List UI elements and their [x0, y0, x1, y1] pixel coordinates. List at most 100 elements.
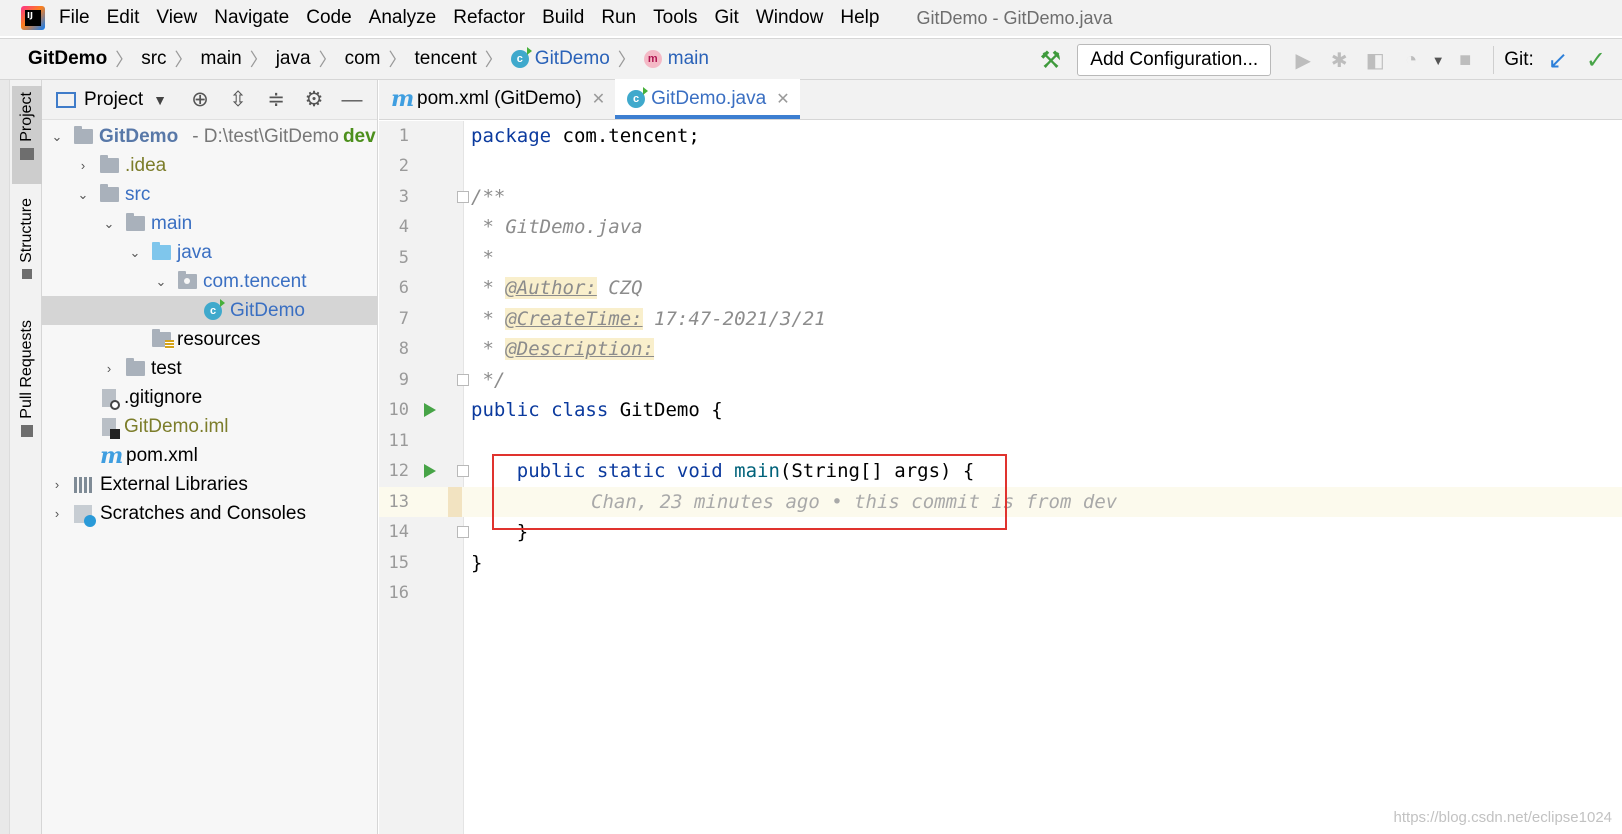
tree-row-scratches[interactable]: › Scratches and Consoles	[42, 499, 377, 528]
toolbar-divider	[1493, 46, 1495, 74]
gear-icon[interactable]: ⚙	[302, 87, 326, 112]
add-configuration-button[interactable]: Add Configuration...	[1077, 44, 1272, 76]
libraries-icon	[74, 476, 92, 493]
pull-requests-tool-tab[interactable]: Pull Requests	[12, 320, 42, 446]
tree-row-src[interactable]: ⌄ src	[42, 180, 377, 209]
tree-row-main[interactable]: ⌄ main	[42, 209, 377, 238]
run-icon[interactable]: ▶	[1292, 49, 1314, 72]
tree-row-java[interactable]: ⌄ java	[42, 238, 377, 267]
folder-icon	[20, 147, 34, 160]
project-panel-header: Project ▼ ⊕ ⇳ ≑ ⚙ —	[42, 80, 377, 120]
chevron-down-icon[interactable]: ▼	[153, 92, 167, 108]
menu-build[interactable]: Build	[542, 7, 584, 29]
fold-marker-icon[interactable]	[457, 374, 469, 386]
run-with-coverage-icon[interactable]: ◧	[1364, 49, 1386, 72]
close-icon[interactable]: ✕	[592, 89, 605, 109]
tree-row-iml[interactable]: GitDemo.iml	[42, 412, 377, 441]
tree-row-idea[interactable]: › .idea	[42, 151, 377, 180]
git-commit-icon[interactable]: ✓	[1586, 46, 1606, 75]
structure-tool-tab[interactable]: Structure	[12, 198, 42, 294]
run-gutter-icon[interactable]	[424, 464, 436, 478]
menu-code[interactable]: Code	[306, 7, 351, 29]
tree-row-external-libraries[interactable]: › External Libraries	[42, 470, 377, 499]
menu-window[interactable]: Window	[756, 7, 824, 29]
fold-marker-icon[interactable]	[457, 191, 469, 203]
hide-panel-icon[interactable]: —	[340, 88, 364, 112]
code-line: 7 * @CreateTime: 17:47-2021/3/21	[379, 304, 1622, 334]
tree-row-root[interactable]: ⌄ GitDemo - D:\test\GitDemo dev	[42, 122, 377, 151]
chevron-down-icon[interactable]: ⌄	[76, 187, 90, 203]
menu-tools[interactable]: Tools	[653, 7, 697, 29]
tree-row-package[interactable]: ⌄ com.tencent	[42, 267, 377, 296]
tab-pom-xml[interactable]: m pom.xml (GitDemo) ✕	[379, 79, 615, 119]
build-hammer-icon[interactable]: ⚒	[1040, 46, 1062, 75]
breadcrumb-src[interactable]: src	[141, 48, 166, 70]
comment-text: /**	[471, 186, 506, 208]
breadcrumb-class[interactable]: c GitDemo	[510, 47, 610, 70]
chevron-down-icon[interactable]: ⌄	[128, 245, 142, 261]
menu-git[interactable]: Git	[715, 7, 739, 29]
menu-file[interactable]: File	[59, 7, 90, 29]
vcs-change-marker[interactable]	[448, 487, 462, 517]
tree-row-gitignore[interactable]: .gitignore	[42, 383, 377, 412]
breadcrumb-com[interactable]: com	[345, 48, 381, 70]
source-folder-icon	[152, 242, 171, 260]
run-gutter-icon[interactable]	[424, 403, 436, 417]
chevron-right-icon[interactable]: ›	[50, 477, 64, 492]
chevron-down-icon[interactable]: ⌄	[50, 129, 64, 145]
comment-prefix: *	[471, 308, 506, 330]
breadcrumb-separator-icon: 〉	[318, 50, 337, 70]
collapse-all-icon[interactable]: ≑	[264, 87, 288, 112]
structure-icon	[22, 268, 32, 279]
chevron-down-icon[interactable]: ⌄	[102, 216, 116, 232]
chevron-right-icon[interactable]: ›	[102, 361, 116, 376]
fold-marker-icon[interactable]	[457, 526, 469, 538]
chevron-right-icon[interactable]: ›	[76, 158, 90, 173]
menu-edit[interactable]: Edit	[107, 7, 140, 29]
tree-row-test[interactable]: › test	[42, 354, 377, 383]
tab-java-label: GitDemo.java	[651, 88, 767, 109]
tree-row-pom[interactable]: m pom.xml	[42, 441, 377, 470]
code-line: 15 }	[379, 548, 1622, 578]
menu-run[interactable]: Run	[601, 7, 636, 29]
menu-help[interactable]: Help	[840, 7, 879, 29]
line-number: 6	[398, 278, 409, 298]
javadoc-tag: @Author:	[505, 277, 597, 299]
breadcrumb-tencent[interactable]: tencent	[414, 48, 476, 70]
comment-value: CZQ	[596, 277, 643, 299]
close-icon[interactable]: ✕	[776, 89, 789, 109]
fold-marker-icon[interactable]	[457, 465, 469, 477]
root-path: - D:\test\GitDemo	[192, 125, 339, 147]
tab-gitdemo-java[interactable]: c GitDemo.java ✕	[615, 79, 800, 119]
profiler-icon[interactable]: ◔	[1400, 49, 1422, 71]
breadcrumb-project[interactable]: GitDemo	[28, 48, 107, 70]
tree-label-idea: .idea	[125, 154, 167, 176]
tree-row-resources[interactable]: resources	[42, 325, 377, 354]
debug-icon[interactable]: ✱	[1328, 49, 1350, 72]
locate-file-icon[interactable]: ⊕	[188, 87, 212, 112]
line-number: 4	[398, 217, 409, 237]
tree-row-class[interactable]: c GitDemo	[42, 296, 377, 325]
expand-all-icon[interactable]: ⇳	[226, 87, 250, 112]
git-update-icon[interactable]: ↙	[1548, 46, 1568, 75]
breadcrumb-method[interactable]: m main	[643, 48, 709, 70]
watermark: https://blog.csdn.net/eclipse1024	[1393, 809, 1612, 826]
stop-icon[interactable]: ■	[1454, 49, 1476, 71]
project-tool-window: Project ▼ ⊕ ⇳ ≑ ⚙ — ⌄ GitDemo - D:\test\…	[42, 80, 378, 834]
breadcrumb-main[interactable]: main	[201, 48, 242, 70]
project-panel-title[interactable]: Project	[84, 89, 143, 111]
code-editor[interactable]: 1 package com.tencent; 2 3 /** 4 * GitDe…	[379, 121, 1622, 834]
tree-label-test: test	[151, 357, 182, 379]
menu-refactor[interactable]: Refactor	[453, 7, 525, 29]
module-file-icon	[102, 417, 120, 439]
breadcrumb-java[interactable]: java	[276, 48, 311, 70]
code-text: package com.tencent;	[471, 125, 700, 147]
menu-view[interactable]: View	[156, 7, 197, 29]
chevron-right-icon[interactable]: ›	[50, 506, 64, 521]
keyword: package	[471, 125, 552, 147]
chevron-down-icon[interactable]: ▼	[1432, 49, 1445, 71]
menu-analyze[interactable]: Analyze	[369, 7, 437, 29]
menu-navigate[interactable]: Navigate	[214, 7, 289, 29]
project-tool-tab[interactable]: Project	[12, 86, 42, 184]
chevron-down-icon[interactable]: ⌄	[154, 274, 168, 290]
